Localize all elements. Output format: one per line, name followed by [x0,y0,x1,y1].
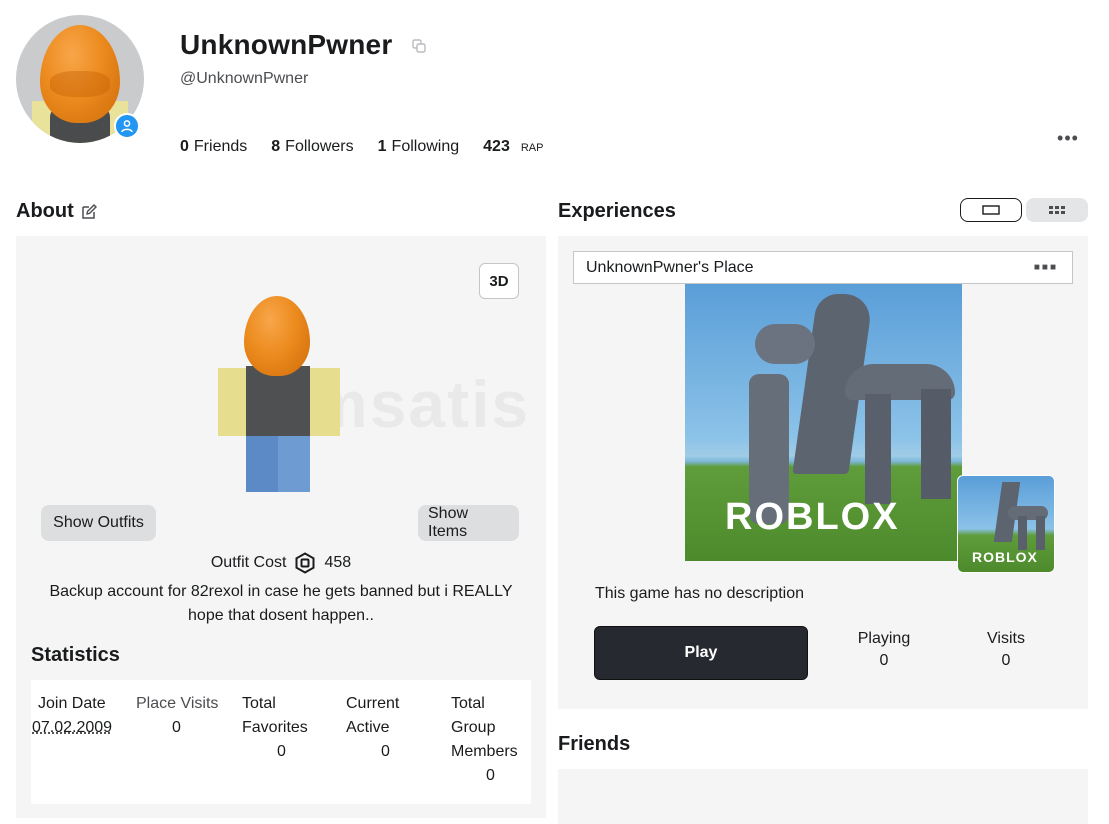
rock-pillar-2 [921,389,951,499]
game-description: This game has no description [595,585,804,602]
statistics-title: Statistics [31,644,120,666]
avatar-right-arm [308,368,340,436]
presence-badge [114,113,140,139]
stat-label: Join Date [38,695,106,712]
single-view-icon [982,205,1000,215]
profile-avatar[interactable] [16,15,144,143]
friends-count-link[interactable]: 0 Friends [180,138,247,156]
avatar-3d-view[interactable] [214,294,354,494]
experiences-panel: UnknownPwner's Place ■■■ ROBLOX ROBLOX T… [558,236,1088,709]
playing-stat: Playing 0 [854,628,914,672]
friends-panel [558,769,1088,824]
followers-label: Followers [285,138,354,155]
game-thumbnail[interactable]: ROBLOX [685,284,962,561]
visits-value: 0 [1001,652,1011,669]
stat-join-date: Join Date 07.02.2009 [32,692,128,736]
following-count-link[interactable]: 1 Following [378,138,460,156]
avatar-right-leg [278,434,310,492]
following-label: Following [391,138,460,155]
roblox-logo: ROBLOX [725,496,900,538]
stat-total-favorites: Total Favorites 0 [242,692,322,760]
following-count: 1 [377,138,387,155]
display-name: UnknownPwner [180,29,393,60]
experiences-title: Experiences [558,200,676,222]
game-title-bar: UnknownPwner's Place ■■■ [573,251,1073,284]
stat-label: Total Favorites [242,695,308,736]
game-thumbnail-small[interactable]: ROBLOX [957,475,1055,573]
about-title: About [16,200,74,222]
rock-top [755,324,815,364]
stat-value: 07.02.2009 [32,719,113,736]
rock-pillar-1 [865,394,891,504]
show-outfits-button[interactable]: Show Outfits [41,505,156,541]
avatar-body-torso [246,366,310,436]
avatar-left-arm [218,368,248,436]
rock-pillar-1 [1018,516,1027,550]
avatar-egg-head [40,25,120,123]
copy-icon[interactable] [410,37,428,55]
rap-label: RAP [520,142,544,154]
rock-pillar-2 [1036,516,1045,550]
show-items-button[interactable]: Show Items [418,505,519,541]
username: @UnknownPwner [180,70,309,87]
friends-count: 0 [180,138,189,155]
stat-label: Total Group Members [451,695,518,760]
stat-place-visits: Place Visits 0 [136,692,236,736]
followers-count-link[interactable]: 8 Followers [271,138,353,156]
visits-label: Visits [987,630,1025,647]
outfit-cost-label: Outfit Cost [210,554,287,571]
stat-value: 0 [172,719,181,736]
stat-value: 0 [381,743,390,760]
stat-current-active: Current Active 0 [346,692,416,760]
visits-stat: Visits 0 [976,628,1036,672]
profile-stats: 0 Friends 8 Followers 1 Following 423 RA… [180,138,567,156]
grid-view-icon [1049,206,1065,214]
rap-stat: 423 RAP [483,138,543,156]
stat-label: Place Visits [136,695,219,712]
stat-value: 0 [277,743,286,760]
playing-value: 0 [879,652,889,669]
game-title: UnknownPwner's Place [586,258,754,276]
roblox-logo-small: ROBLOX [972,549,1038,565]
grid-view-toggle[interactable] [1026,198,1088,222]
person-icon [121,120,133,133]
avatar-left-leg [246,434,278,492]
game-carousel-dots[interactable]: ■■■ [1034,262,1058,273]
friends-title: Friends [558,733,631,755]
toggle-3d-button[interactable]: 3D [479,263,519,299]
stat-value: 0 [486,767,495,784]
friends-label: Friends [193,138,248,155]
rap-value: 423 [483,138,510,155]
more-options-button[interactable]: ••• [1056,128,1080,148]
play-button[interactable]: Play [594,626,808,680]
playing-label: Playing [857,630,911,647]
followers-count: 8 [271,138,281,155]
outfit-cost: Outfit Cost 458 [16,552,546,574]
stat-total-group-members: Total Group Members 0 [451,692,526,784]
edit-icon[interactable] [80,203,98,221]
robux-icon [295,552,315,574]
avatar-body-head [244,296,310,376]
profile-description: Backup account for 82rexol in case he ge… [49,583,513,624]
outfit-cost-value: 458 [324,554,352,571]
single-view-toggle[interactable] [960,198,1022,222]
statistics-box: Join Date 07.02.2009 Place Visits 0 Tota… [31,680,531,804]
about-panel: itemsatis 3D Show Outfits Show Items Out… [16,236,546,818]
stat-label: Current Active [346,695,400,736]
